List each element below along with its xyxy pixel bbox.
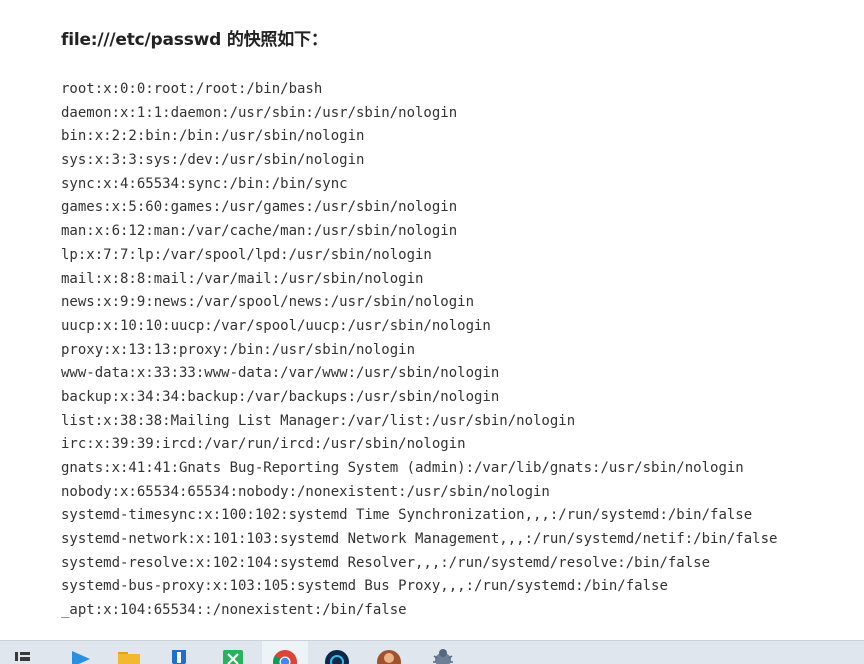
taskbar-app-security[interactable] — [160, 641, 198, 664]
media-player-icon — [72, 651, 90, 664]
passwd-line: www-data:x:33:33:www-data:/var/www:/usr/… — [61, 365, 500, 382]
taskbar-app-chrome[interactable] — [262, 641, 308, 664]
taskbar — [0, 640, 864, 664]
passwd-line: systemd-network:x:101:103:systemd Networ… — [61, 531, 778, 548]
passwd-line: root:x:0:0:root:/root:/bin/bash — [61, 81, 323, 97]
passwd-line: uucp:x:10:10:uucp:/var/spool/uucp:/usr/s… — [61, 317, 491, 334]
passwd-line: _apt:x:104:65534::/nonexistent:/bin/fals… — [61, 602, 407, 619]
passwd-line: sys:x:3:3:sys:/dev:/usr/sbin/nologin — [61, 152, 365, 169]
bug-app-icon — [433, 649, 453, 664]
chrome-icon — [273, 650, 297, 664]
passwd-line: backup:x:34:34:backup:/var/backups:/usr/… — [61, 388, 500, 405]
passwd-line: sync:x:4:65534:sync:/bin:/bin/sync — [61, 175, 348, 192]
passwd-line: man:x:6:12:man:/var/cache/man:/usr/sbin/… — [61, 223, 458, 240]
passwd-line: systemd-resolve:x:102:104:systemd Resolv… — [61, 554, 711, 571]
task-view-icon — [15, 652, 30, 661]
page-heading: file:///etc/passwd 的快照如下： — [61, 30, 328, 50]
taskbar-app-media-player[interactable] — [62, 641, 100, 664]
passwd-line: systemd-timesync:x:100:102:systemd Time … — [61, 507, 753, 524]
passwd-line: systemd-bus-proxy:x:103:105:systemd Bus … — [61, 578, 668, 595]
passwd-line: games:x:5:60:games:/usr/games:/usr/sbin/… — [61, 199, 458, 216]
passwd-line: mail:x:8:8:mail:/var/mail:/usr/sbin/nolo… — [61, 270, 424, 287]
document-page: file:///etc/passwd 的快照如下： root:x:0:0:roo… — [0, 0, 864, 640]
passwd-line: irc:x:39:39:ircd:/var/run/ircd:/usr/sbin… — [61, 436, 466, 453]
passwd-line: gnats:x:41:41:Gnats Bug-Reporting System… — [61, 460, 744, 476]
security-shield-icon — [172, 650, 186, 664]
taskbar-app-green[interactable] — [214, 641, 252, 664]
passwd-line: bin:x:2:2:bin:/bin:/usr/sbin/nologin — [61, 128, 365, 145]
passwd-line: daemon:x:1:1:daemon:/usr/sbin:/usr/sbin/… — [61, 104, 458, 121]
avatar-app-icon — [377, 650, 401, 664]
passwd-line: lp:x:7:7:lp:/var/spool/lpd:/usr/sbin/nol… — [61, 246, 432, 263]
taskbar-app-avatar[interactable] — [370, 641, 408, 664]
task-view-button[interactable] — [8, 641, 36, 664]
passwd-content: root:x:0:0:root:/root:/bin/bash daemon:x:… — [61, 78, 777, 623]
passwd-line: list:x:38:38:Mailing List Manager:/var/l… — [61, 412, 576, 429]
passwd-line: news:x:9:9:news:/var/spool/news:/usr/sbi… — [61, 294, 475, 311]
green-app-icon — [223, 650, 243, 664]
passwd-line: nobody:x:65534:65534:nobody:/nonexistent… — [61, 483, 550, 500]
file-explorer-icon — [118, 652, 140, 664]
taskbar-app-dark[interactable] — [318, 641, 356, 664]
taskbar-app-file-explorer[interactable] — [110, 641, 148, 664]
dark-circle-app-icon — [325, 650, 349, 664]
taskbar-app-bug[interactable] — [424, 641, 462, 664]
passwd-line: proxy:x:13:13:proxy:/bin:/usr/sbin/nolog… — [61, 341, 416, 358]
